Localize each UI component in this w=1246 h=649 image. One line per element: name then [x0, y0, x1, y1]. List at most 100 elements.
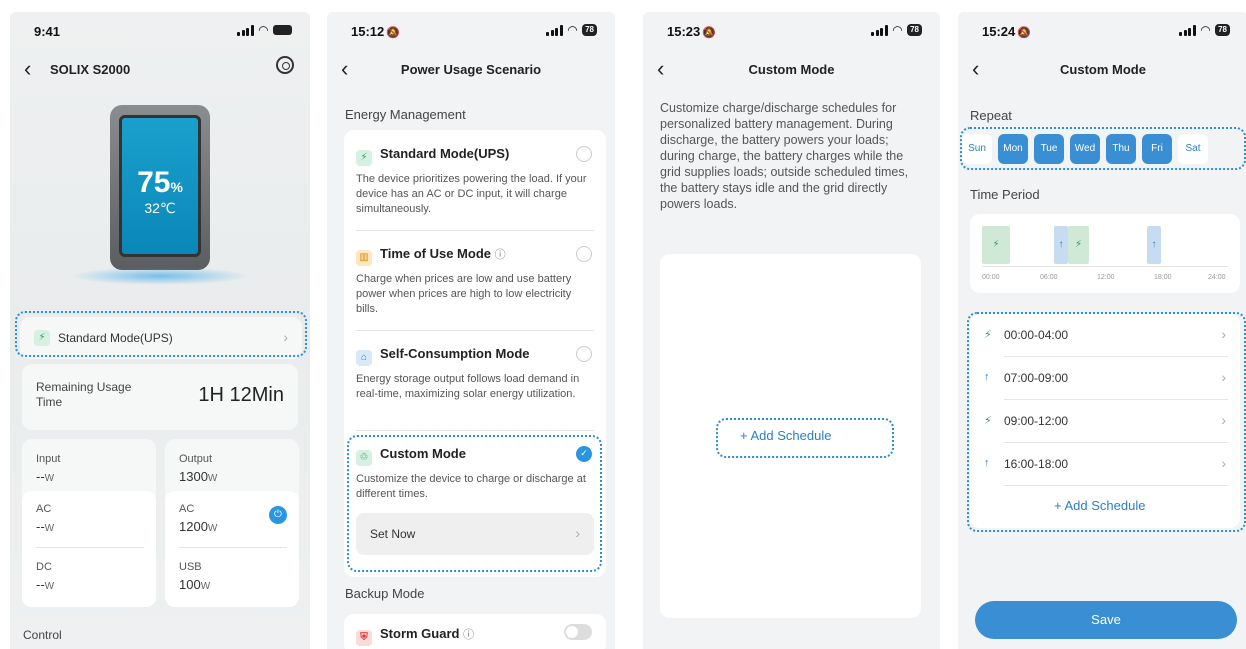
help-icon[interactable]: ⓘ — [463, 629, 474, 641]
signal-icon — [1179, 24, 1196, 36]
battery-icon — [273, 25, 292, 35]
dc-input-label: DC — [36, 561, 52, 573]
custom-mode-schedule-screen: 15:24 🔕 ◠ 78 ‹ Custom Mode Repeat Sun Mon… — [958, 12, 1246, 649]
option-description: The device prioritizes powering the load… — [356, 173, 587, 215]
discharge-bolt-icon: ⚡ — [984, 329, 992, 341]
status-bar: 9:41 ◠ — [10, 22, 310, 42]
wifi-icon: ◠ — [258, 23, 268, 37]
wifi-icon: ◠ — [1200, 23, 1211, 37]
current-mode-row[interactable]: ⚡ Standard Mode(UPS) › — [20, 317, 302, 359]
signal-icon — [237, 24, 254, 36]
signal-icon — [546, 24, 563, 36]
remaining-time-label: Remaining Usage Time — [36, 380, 132, 409]
ups-mode-icon: ⚡ — [34, 330, 50, 346]
schedule-empty-card: + Add Schedule — [660, 254, 921, 618]
custom-mode-icon: ♲ — [356, 450, 372, 466]
day-thu[interactable]: Thu — [1106, 134, 1136, 164]
page-title: Custom Mode — [748, 62, 835, 77]
device-base-glow — [70, 267, 250, 285]
remaining-time-value: 1H 12Min — [198, 384, 284, 406]
discharge-bolt-icon: ⚡ — [984, 415, 992, 427]
schedule-item[interactable]: ↑ 16:00-18:00 › — [970, 443, 1240, 486]
option-description: Customize the device to charge or discha… — [356, 473, 586, 500]
help-icon[interactable]: ⓘ — [495, 249, 506, 261]
mode-options-card: ⚡ Standard Mode(UPS) The device prioritiz… — [344, 130, 606, 577]
status-time: 9:41 — [34, 24, 61, 39]
chevron-right-icon: › — [575, 525, 580, 541]
schedule-time-range: 16:00-18:00 — [1004, 457, 1069, 471]
power-usage-scenario-screen: 15:12 🔕 ◠ 78 ‹ Power Usage Scenario Energ… — [327, 12, 615, 649]
ac-output-label: AC — [179, 503, 195, 515]
battery-percentage: 75% — [137, 166, 183, 199]
charge-arrow-icon: ↑ — [984, 371, 990, 383]
timeline-tick: 24:00 — [1208, 274, 1226, 281]
chevron-right-icon: › — [1221, 369, 1226, 385]
day-wed[interactable]: Wed — [1070, 134, 1100, 164]
chart-bars-icon: ▥ — [356, 250, 372, 266]
chevron-right-icon: › — [283, 329, 288, 345]
timeline-tick: 18:00 — [1154, 274, 1172, 281]
timeline-block-discharge: ⚡ — [982, 226, 1010, 264]
input-label: Input — [36, 453, 61, 465]
option-title: Self-Consumption Mode — [380, 346, 530, 361]
option-title: Standard Mode(UPS) — [380, 146, 510, 161]
output-label: Output — [179, 453, 213, 465]
device-temperature: 32℃ — [144, 200, 176, 216]
battery-icon: 78 — [907, 24, 922, 36]
ups-mode-icon: ⚡ — [356, 150, 372, 166]
timeline-tick: 06:00 — [1040, 274, 1058, 281]
home-icon: ⌂ — [356, 350, 372, 366]
wifi-icon: ◠ — [892, 23, 903, 37]
remaining-time-card: Remaining Usage Time 1H 12Min — [22, 364, 298, 430]
schedule-time-range: 00:00-04:00 — [1004, 328, 1069, 342]
set-now-label: Set Now — [370, 527, 416, 541]
save-button[interactable]: Save — [975, 601, 1237, 639]
back-icon[interactable]: ‹ — [24, 58, 31, 80]
day-sun[interactable]: Sun — [962, 134, 992, 164]
day-tue[interactable]: Tue — [1034, 134, 1064, 164]
schedule-item[interactable]: ⚡ 00:00-04:00 › — [970, 314, 1240, 357]
schedule-list: ⚡ 00:00-04:00 › ↑ 07:00-09:00 › ⚡ 09:00-… — [970, 314, 1240, 528]
nav-bar: ‹ Power Usage Scenario — [327, 56, 615, 84]
time-period-timeline: ⚡ ↑ ⚡ ↑ 00:00 06:00 12:00 18:00 24:00 — [970, 214, 1240, 293]
device-title: SOLIX S2000 — [50, 62, 131, 77]
option-title: Custom Mode — [380, 446, 466, 461]
radio-time-of-use-mode[interactable] — [576, 246, 592, 262]
timeline-block-charge: ↑ — [1147, 226, 1161, 264]
nav-bar: ‹ SOLIX S2000 — [10, 56, 310, 84]
energy-management-heading: Energy Management — [345, 107, 466, 122]
ac-input-value: --W — [36, 519, 55, 534]
ac-power-icon[interactable]: ⏻ — [269, 506, 287, 524]
timeline-block-discharge: ⚡ — [1068, 226, 1089, 264]
nav-bar: ‹ Custom Mode — [643, 56, 940, 84]
storm-guard-toggle[interactable] — [564, 624, 592, 640]
wifi-icon: ◠ — [567, 23, 578, 37]
mute-bell-icon: 🔕 — [1017, 27, 1031, 39]
schedule-item[interactable]: ↑ 07:00-09:00 › — [970, 357, 1240, 400]
status-bar: 15:23 🔕 ◠ 78 — [643, 22, 940, 42]
custom-mode-description: Customize charge/discharge schedules for… — [660, 101, 909, 211]
radio-standard-mode[interactable] — [576, 146, 592, 162]
radio-self-consumption-mode[interactable] — [576, 346, 592, 362]
day-mon[interactable]: Mon — [998, 134, 1028, 164]
page-title: Custom Mode — [1060, 62, 1146, 77]
status-time: 15:23 — [667, 24, 701, 39]
control-section-title: Control — [23, 628, 62, 642]
weekday-selector: Sun Mon Tue Wed Thu Fri Sat — [962, 134, 1208, 164]
ac-output-value: 1200W — [179, 519, 218, 534]
nav-bar: ‹ Custom Mode — [958, 56, 1246, 84]
settings-gear-icon[interactable] — [276, 56, 294, 74]
radio-custom-mode-checked[interactable]: ✓ — [576, 446, 592, 462]
status-time: 15:12 — [351, 24, 385, 39]
day-sat[interactable]: Sat — [1178, 134, 1208, 164]
option-description: Energy storage output follows load deman… — [356, 373, 580, 400]
battery-icon: 78 — [1215, 24, 1230, 36]
add-schedule-button[interactable]: + Add Schedule — [740, 428, 831, 443]
usb-output-value: 100W — [179, 577, 211, 592]
day-fri[interactable]: Fri — [1142, 134, 1172, 164]
option-description: Charge when prices are low and use batte… — [356, 273, 572, 315]
schedule-item[interactable]: ⚡ 09:00-12:00 › — [970, 400, 1240, 443]
set-now-button[interactable]: Set Now › — [356, 513, 594, 555]
add-schedule-button[interactable]: + Add Schedule — [1054, 498, 1145, 513]
page-title: Power Usage Scenario — [400, 62, 542, 77]
